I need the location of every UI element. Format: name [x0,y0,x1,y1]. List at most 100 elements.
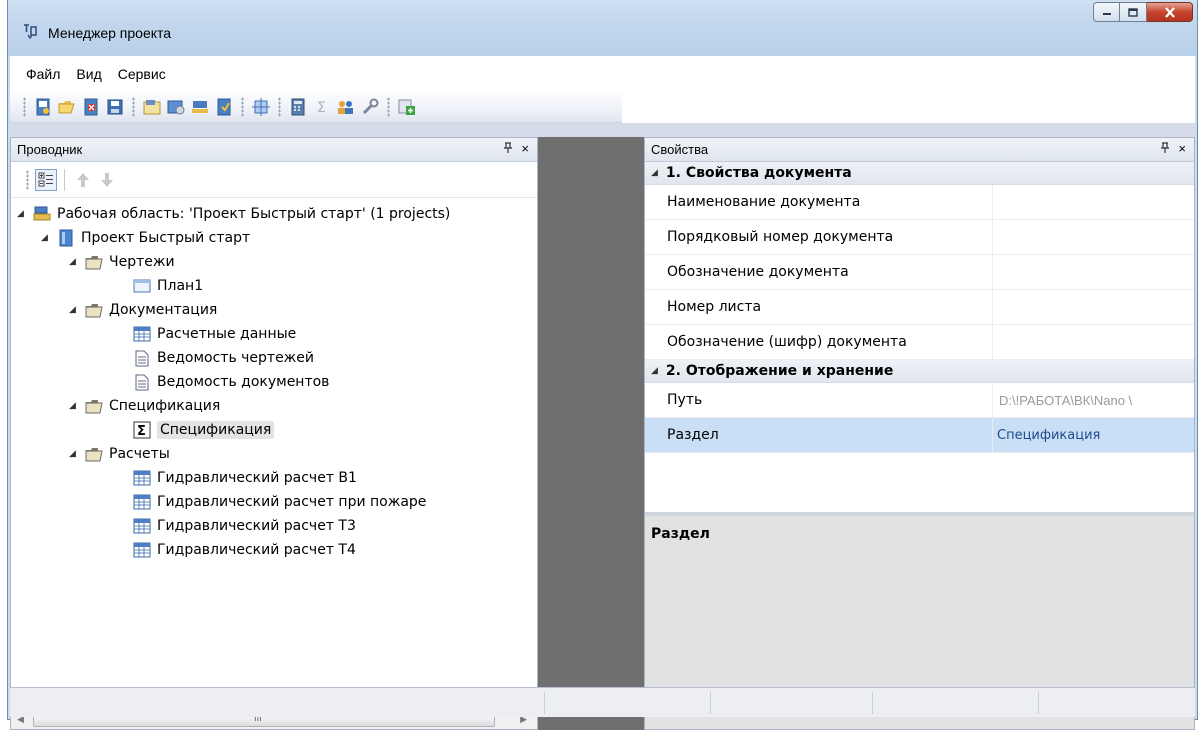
explorer-close-icon[interactable]: × [521,141,529,156]
toolbar-grip-3[interactable] [241,97,244,117]
tree-item[interactable]: ◢ Расчеты [69,442,170,466]
open-button[interactable] [56,96,78,118]
users-button[interactable] [335,96,357,118]
save-button[interactable] [104,96,126,118]
tree-item[interactable]: Гидравлический расчет при пожаре [133,490,426,514]
tree-item[interactable]: Расчетные данные [133,322,296,346]
tree-item[interactable]: ◢ Чертежи [69,250,175,274]
explorer-toolbar-grip[interactable] [26,169,29,190]
expand-arrow-icon[interactable]: ◢ [69,305,79,315]
tree-item-label: Расчеты [109,446,170,462]
expand-arrow-icon[interactable]: ◢ [69,401,79,411]
tree-item[interactable]: Гидравлический расчет Т3 [133,514,356,538]
property-value[interactable]: D:\!РАБОТА\ВК\Nano \ [992,383,1194,417]
tree-item[interactable]: План1 [133,274,203,298]
property-group[interactable]: ◢ 2. Отображение и хранение [645,360,1194,383]
status-separator [710,692,711,714]
calculator-button[interactable] [287,96,309,118]
close-project-button[interactable] [80,96,102,118]
tree-item[interactable]: ◢ Проект Быстрый старт [41,226,250,250]
tree-item[interactable]: Ведомость чертежей [133,346,314,370]
menu-view[interactable]: Вид [68,62,109,86]
export-icon [398,99,415,115]
expand-arrow-icon[interactable]: ◢ [651,168,658,178]
collapse-all-button[interactable] [35,168,57,191]
move-up-button[interactable] [72,169,94,191]
move-down-button[interactable] [96,169,118,191]
property-value[interactable] [992,255,1194,289]
pin-icon[interactable] [1160,142,1170,157]
tree-item[interactable]: ◢ Документация [69,298,217,322]
expand-arrow-icon[interactable]: ◢ [651,366,658,376]
toolbar-grip-5[interactable] [387,97,390,117]
property-name: Раздел [667,427,719,443]
report-icon [217,98,231,116]
expand-arrow-icon[interactable]: ◢ [69,257,79,267]
maximize-button[interactable] [1120,2,1147,22]
property-name: Номер листа [667,299,762,315]
property-row[interactable]: Порядковый номер документа [645,220,1194,255]
property-value[interactable] [992,290,1194,324]
folder-icon [85,445,103,463]
tree-item-label: Рабочая область: 'Проект Быстрый старт' … [57,206,451,222]
toolbar-grip[interactable] [23,97,26,117]
menu-service[interactable]: Сервис [110,62,174,86]
settings-button[interactable] [165,96,187,118]
expand-arrow-icon[interactable]: ◢ [69,449,79,459]
tree-item-label: Ведомость документов [157,374,330,390]
new-project-icon [36,98,50,116]
layout-button[interactable] [250,96,272,118]
tree-item[interactable]: ◢ Рабочая область: 'Проект Быстрый старт'… [17,202,450,226]
new-project-button[interactable] [32,96,54,118]
project-manager-window: Менеджер проекта Файл Вид Сервис Σ Прово… [7,0,1198,730]
tree-item-label: Расчетные данные [157,326,297,342]
minimize-icon [1102,13,1111,15]
open-folder-icon [58,101,75,114]
window-controls [1093,2,1193,24]
arrow-down-icon [101,172,113,187]
explorer-toolbar [11,162,537,198]
status-separator [544,692,545,714]
property-row[interactable]: Обозначение (шифр) документа [645,325,1194,360]
expand-arrow-icon[interactable]: ◢ [17,209,27,219]
tree-item[interactable]: Ведомость документов [133,370,329,394]
tools-button[interactable] [359,96,381,118]
minimize-button[interactable] [1093,2,1120,22]
tree-item[interactable]: Гидравлический расчет Т4 [133,538,356,562]
property-row[interactable]: Раздел Спецификация [645,418,1194,453]
property-value[interactable] [992,185,1194,219]
title-bar[interactable]: Менеджер проекта [8,0,1197,56]
properties-button[interactable] [141,96,163,118]
report-button[interactable] [213,96,235,118]
project-icon [57,229,75,247]
close-button[interactable] [1147,2,1193,22]
property-group[interactable]: ◢ 1. Свойства документа [645,162,1194,185]
menu-file[interactable]: Файл [18,62,68,86]
pin-icon[interactable] [503,142,513,157]
sum-button[interactable]: Σ [311,96,333,118]
window-title: Менеджер проекта [48,25,172,41]
expand-arrow-icon[interactable]: ◢ [41,233,51,243]
property-row[interactable]: Наименование документа [645,185,1194,220]
property-row[interactable]: Номер листа [645,290,1194,325]
layout-icon [252,98,270,116]
property-value[interactable] [992,220,1194,254]
table-icon [133,517,151,535]
tree-item[interactable]: Σ Спецификация [133,418,275,442]
tree-item-label: Чертежи [109,254,175,270]
tree-item[interactable]: ◢ Спецификация [69,394,220,418]
tree-item[interactable]: Гидравлический расчет В1 [133,466,357,490]
table-icon [133,541,151,559]
property-value[interactable] [992,325,1194,359]
toolbar-grip-2[interactable] [132,97,135,117]
toolbar-grip-4[interactable] [278,97,281,117]
properties-close-icon[interactable]: × [1178,141,1186,156]
tree-view-icon [38,172,53,186]
property-row[interactable]: Путь D:\!РАБОТА\ВК\Nano \ [645,383,1194,418]
property-value[interactable]: Спецификация [992,418,1194,452]
network-button[interactable] [189,96,211,118]
export-button[interactable] [396,96,418,118]
client-area: Файл Вид Сервис Σ Проводник × ◢ Рабочая … [10,56,1195,730]
property-row[interactable]: Обозначение документа [645,255,1194,290]
project-tree: ◢ Рабочая область: 'Проект Быстрый старт'… [11,200,537,711]
